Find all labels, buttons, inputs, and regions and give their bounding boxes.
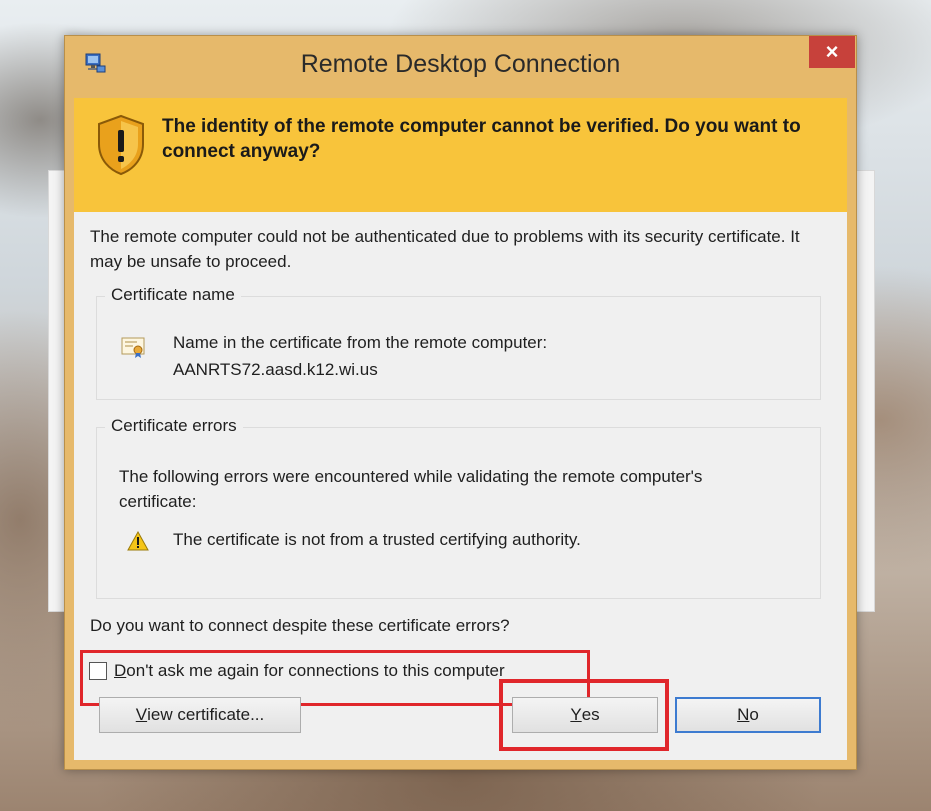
certificate-error-item: The certificate is not from a trusted ce… [173,530,581,549]
title-bar[interactable]: Remote Desktop Connection × [65,36,856,98]
no-button[interactable]: No [675,697,821,733]
warning-message: The identity of the remote computer cann… [162,116,801,162]
dont-ask-label[interactable]: Don't ask me again for connections to th… [114,661,505,681]
certificate-name-legend: Certificate name [105,285,241,305]
certificate-name-group: Certificate name Name in the certificate… [96,285,821,400]
dont-ask-checkbox[interactable] [89,662,107,680]
yes-button[interactable]: Yes [512,697,658,733]
certificate-errors-intro: The following errors were encountered wh… [119,467,703,511]
certificate-name-value: AANRTS72.aasd.k12.wi.us [173,360,378,379]
certificate-name-label: Name in the certificate from the remote … [173,333,548,352]
view-certificate-button[interactable]: View certificate... [99,697,301,733]
close-button[interactable]: × [809,36,855,68]
dialog-content: The remote computer could not be authent… [74,212,847,760]
window-title: Remote Desktop Connection [300,50,621,78]
intro-text: The remote computer could not be authent… [90,227,800,271]
certificate-icon [121,337,145,358]
shield-warning-icon [98,114,144,176]
connect-question: Do you want to connect despite these cer… [90,616,510,635]
remote-desktop-dialog: Remote Desktop Connection × The identity… [64,35,857,770]
warning-triangle-icon [127,531,149,551]
background-window-edge [855,170,875,612]
certificate-errors-group: Certificate errors The following errors … [96,416,821,599]
warning-banner: The identity of the remote computer cann… [74,98,847,212]
certificate-errors-legend: Certificate errors [105,416,243,436]
